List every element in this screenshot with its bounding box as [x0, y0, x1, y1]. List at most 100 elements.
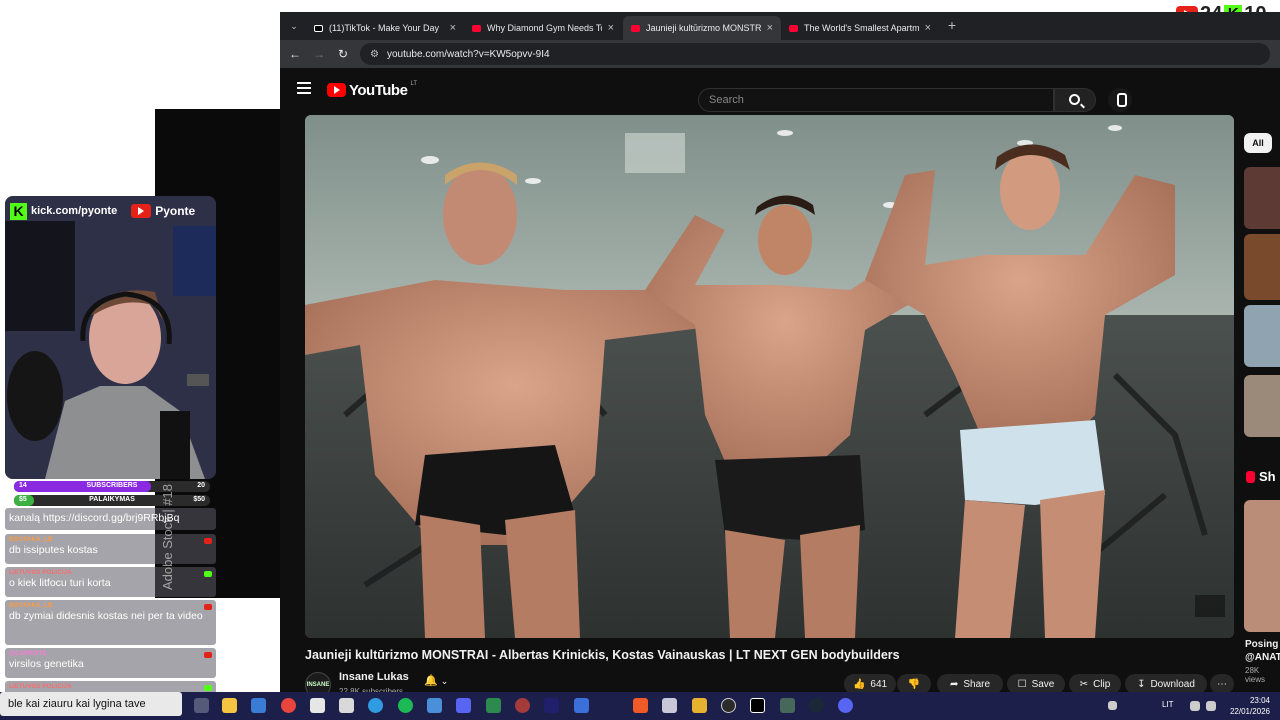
kick-url: kick.com/pyonte	[31, 205, 118, 217]
address-bar[interactable]: ⚙ youtube.com/watch?v=KW5opvv-9I4	[360, 43, 1270, 65]
shorts-section-label: Sh	[1246, 469, 1276, 484]
clip-label: Clip	[1093, 678, 1111, 690]
country-code: LT	[410, 81, 417, 87]
file-explorer-icon[interactable]	[222, 698, 237, 713]
close-icon[interactable]: ×	[925, 22, 931, 34]
tab-label: Jaunieji kultūrizmo MONSTRAI	[646, 23, 761, 33]
close-icon[interactable]: ×	[767, 22, 773, 34]
chat-message: LIETUVOS POLICIJA o kiek litfocu turi ko…	[5, 567, 216, 597]
save-button[interactable]: ☐ Save	[1007, 674, 1065, 694]
browser-window: ⌄ (11)TikTok - Make Your Day × Why Diamo…	[280, 12, 1280, 698]
tray-chevron-icon[interactable]	[1108, 701, 1117, 710]
youtube-header: YouTube LT Search	[280, 68, 1280, 112]
spotify-icon[interactable]	[398, 698, 413, 713]
app-icon[interactable]	[339, 698, 354, 713]
download-button[interactable]: ↧ Download	[1125, 674, 1207, 694]
goal-target: $50	[193, 496, 205, 503]
short-thumbnail[interactable]	[1244, 500, 1280, 632]
taskbar: ble kai ziauru kai lygina tave LIT 23:04…	[0, 692, 1280, 720]
site-info-icon[interactable]: ⚙	[370, 49, 379, 60]
app-icon[interactable]	[310, 698, 325, 713]
notification-bell-button[interactable]: 🔔 ⌄	[424, 674, 470, 694]
tab-bar: ⌄ (11)TikTok - Make Your Day × Why Diamo…	[280, 12, 1280, 40]
webcam-overlay	[5, 196, 216, 479]
photos-icon[interactable]	[427, 698, 442, 713]
app-icon[interactable]	[456, 698, 471, 713]
volume-icon[interactable]	[1206, 701, 1216, 711]
tab-diamond-gym[interactable]: Why Diamond Gym Needs To B ×	[464, 16, 622, 40]
app-icon[interactable]	[662, 698, 677, 713]
brave-icon[interactable]	[633, 698, 648, 713]
reload-icon[interactable]: ↻	[335, 46, 351, 62]
new-tab-button[interactable]: +	[944, 17, 960, 33]
recommended-thumbnail[interactable]	[1244, 305, 1280, 367]
wifi-icon[interactable]	[1190, 701, 1200, 711]
tab-label: The World's Smallest Apartmen	[804, 23, 919, 33]
app-icon[interactable]	[692, 698, 707, 713]
close-icon[interactable]: ×	[608, 22, 614, 34]
recommended-thumbnail[interactable]	[1244, 234, 1280, 300]
youtube-play-icon	[327, 83, 346, 97]
widget-icon[interactable]	[194, 698, 209, 713]
chrome-icon[interactable]	[281, 698, 296, 713]
more-actions-button[interactable]: ⋯	[1210, 674, 1234, 694]
browser-toolbar: ← → ↻ ⚙ youtube.com/watch?v=KW5opvv-9I4	[280, 40, 1280, 68]
forward-arrow-icon[interactable]: →	[311, 46, 327, 62]
tab-search-icon[interactable]: ⌄	[286, 18, 302, 34]
short-caption[interactable]: Posing @ANAT	[1245, 638, 1280, 664]
text-input-box[interactable]: ble kai ziauru kai lygina tave	[0, 692, 182, 716]
video-player[interactable]	[305, 115, 1234, 638]
clock[interactable]: 23:04 22/01/2026	[1226, 695, 1270, 717]
app-icon[interactable]	[515, 698, 530, 713]
tab-label: Why Diamond Gym Needs To B	[487, 23, 602, 33]
search-icon	[1069, 94, 1080, 105]
filter-chip-all[interactable]: All	[1244, 133, 1272, 153]
edge-icon[interactable]	[368, 698, 383, 713]
app-icon[interactable]	[780, 698, 795, 713]
video-title: Jaunieji kultūrizmo MONSTRAI - Albertas …	[305, 648, 900, 662]
capcut-icon[interactable]	[750, 698, 765, 713]
tiktok-icon	[314, 24, 323, 32]
chat-overlay: kanalą https://discord.gg/brj9RRbjBq BOO…	[5, 508, 216, 694]
youtube-icon	[131, 204, 152, 218]
bell-icon: 🔔	[424, 675, 438, 687]
steam-icon[interactable]	[809, 698, 824, 713]
youtube-badge-icon	[204, 604, 212, 610]
bookmark-icon: ☐	[1017, 678, 1027, 690]
app-icon[interactable]	[486, 698, 501, 713]
download-label: Download	[1150, 678, 1195, 690]
menu-icon[interactable]	[297, 82, 311, 94]
microphone-icon[interactable]	[1108, 88, 1132, 112]
clock-time: 23:04	[1249, 696, 1270, 705]
video-frame	[305, 115, 1234, 638]
app-icon[interactable]	[574, 698, 589, 713]
chat-message: BOOYAKA_LB db zymiai didesnis kostas nei…	[5, 600, 216, 645]
recommended-thumbnail[interactable]	[1244, 375, 1280, 437]
start-icon[interactable]	[251, 698, 266, 713]
like-button[interactable]: 👍 641	[844, 674, 896, 694]
back-arrow-icon[interactable]: ←	[287, 46, 303, 62]
search-button[interactable]	[1054, 88, 1096, 112]
webcam-feed	[5, 196, 216, 479]
like-count: 641	[870, 678, 888, 690]
kick-badge-icon	[204, 571, 212, 577]
tab-tiktok[interactable]: (11)TikTok - Make Your Day ×	[306, 16, 464, 40]
share-button[interactable]: ➦ Share	[937, 674, 1003, 694]
premiere-icon[interactable]	[544, 698, 559, 713]
tab-jaunieji-kulturizmo[interactable]: Jaunieji kultūrizmo MONSTRAI ×	[623, 16, 781, 40]
short-views: 28K views	[1245, 666, 1266, 684]
discord-icon[interactable]	[838, 698, 853, 713]
close-icon[interactable]: ×	[450, 22, 456, 34]
tab-smallest-apartment[interactable]: The World's Smallest Apartmen ×	[781, 16, 939, 40]
share-icon: ➦	[949, 678, 959, 690]
thumbs-up-icon: 👍	[852, 678, 866, 690]
channel-name[interactable]: Insane Lukas	[339, 671, 409, 683]
search-input[interactable]: Search	[698, 88, 1054, 112]
recommended-thumbnail[interactable]	[1244, 167, 1280, 229]
clip-button[interactable]: ✂ Clip	[1069, 674, 1121, 694]
youtube-logo[interactable]: YouTube LT	[327, 81, 417, 99]
obs-icon[interactable]	[721, 698, 736, 713]
input-language[interactable]: LIT	[1162, 700, 1174, 709]
share-label: Share	[963, 678, 991, 690]
dislike-button[interactable]: 👎	[897, 674, 931, 694]
